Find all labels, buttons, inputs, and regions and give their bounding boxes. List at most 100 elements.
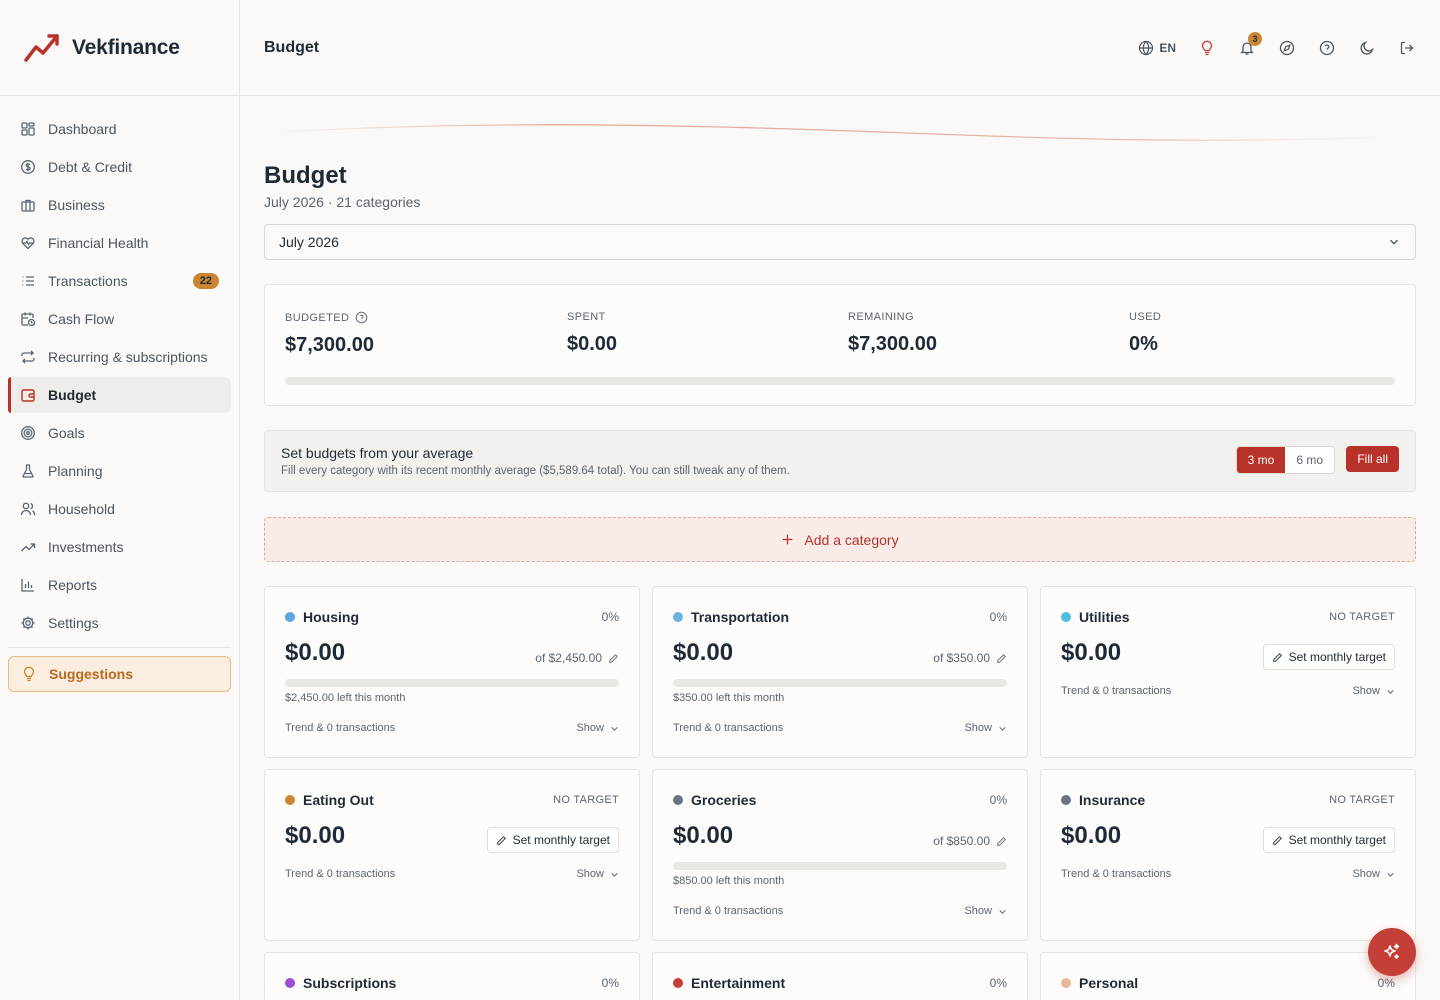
pencil-icon bbox=[997, 836, 1006, 846]
sidebar-item-goals[interactable]: Goals bbox=[8, 415, 231, 451]
category-color-dot bbox=[1061, 612, 1071, 622]
top-bar-title: Budget bbox=[264, 38, 320, 56]
globe-icon bbox=[1139, 40, 1154, 55]
sidebar-item-budget[interactable]: Budget bbox=[8, 377, 231, 413]
category-card-eating-out[interactable]: Eating Out NO TARGET $0.00 Set monthly t… bbox=[264, 769, 640, 941]
average-description: Fill every category with its recent mont… bbox=[281, 465, 790, 477]
sidebar-item-recurring[interactable]: Recurring & subscriptions bbox=[8, 339, 231, 375]
category-name: Groceries bbox=[691, 792, 757, 808]
period-6mo-option[interactable]: 6 mo bbox=[1285, 447, 1334, 473]
flask-icon bbox=[20, 463, 36, 479]
category-color-dot bbox=[673, 612, 683, 622]
sidebar-item-financial-health[interactable]: Financial Health bbox=[8, 225, 231, 261]
sidebar-item-label: Financial Health bbox=[48, 235, 149, 251]
category-target[interactable]: of $850.00 bbox=[933, 834, 1007, 848]
summary-used: USED 0% bbox=[1129, 311, 1161, 356]
sidebar-item-settings[interactable]: Settings bbox=[8, 605, 231, 641]
sidebar-item-label: Reports bbox=[48, 577, 98, 593]
sidebar-item-cash-flow[interactable]: Cash Flow bbox=[8, 301, 231, 337]
logout-button[interactable] bbox=[1398, 39, 1416, 57]
category-target[interactable]: of $2,450.00 bbox=[535, 651, 619, 665]
category-name: Insurance bbox=[1079, 792, 1146, 808]
sidebar-item-investments[interactable]: Investments bbox=[8, 529, 231, 565]
set-monthly-target-button[interactable]: Set monthly target bbox=[1262, 827, 1395, 853]
category-progress-bar bbox=[673, 679, 1007, 687]
average-title: Set budgets from your average bbox=[281, 445, 474, 461]
briefcase-icon bbox=[20, 197, 36, 213]
category-card-groceries[interactable]: Groceries 0% $0.00 of $850.00 $850.00 le… bbox=[652, 769, 1028, 941]
sidebar-item-business[interactable]: Business bbox=[8, 187, 231, 223]
average-budget-panel: Set budgets from your average Fill every… bbox=[264, 430, 1416, 492]
category-show-toggle[interactable]: Show bbox=[1352, 685, 1395, 697]
bar-chart-icon bbox=[20, 577, 36, 593]
no-target-label: NO TARGET bbox=[1329, 611, 1395, 623]
sidebar-item-transactions[interactable]: Transactions 22 bbox=[8, 263, 231, 299]
category-name: Utilities bbox=[1079, 609, 1130, 625]
category-trend-text: Trend & 0 transactions bbox=[673, 905, 784, 917]
category-name: Entertainment bbox=[691, 975, 786, 991]
logout-icon bbox=[1400, 41, 1414, 54]
category-card-entertainment[interactable]: Entertainment 0% bbox=[652, 952, 1028, 1000]
category-card-utilities[interactable]: Utilities NO TARGET $0.00 Set monthly ta… bbox=[1040, 586, 1416, 758]
category-show-toggle[interactable]: Show bbox=[964, 722, 1007, 734]
category-card-personal[interactable]: Personal 0% bbox=[1040, 952, 1416, 1000]
no-target-label: NO TARGET bbox=[553, 794, 619, 806]
category-trend-text: Trend & 0 transactions bbox=[285, 722, 396, 734]
sidebar-item-household[interactable]: Household bbox=[8, 491, 231, 527]
add-category-button[interactable]: Add a category bbox=[264, 517, 1416, 562]
suggestions-button[interactable]: Suggestions bbox=[8, 656, 231, 692]
category-target-text: of $2,450.00 bbox=[535, 651, 602, 665]
category-card-housing[interactable]: Housing 0% $0.00 of $2,450.00 $2,450.00 … bbox=[264, 586, 640, 758]
month-select[interactable]: July 2026 bbox=[264, 224, 1416, 260]
category-spent-amount: $0.00 bbox=[1061, 822, 1122, 849]
category-show-toggle[interactable]: Show bbox=[1352, 868, 1395, 880]
notifications-button[interactable]: 3 bbox=[1238, 31, 1262, 57]
category-show-toggle[interactable]: Show bbox=[576, 722, 619, 734]
ai-assistant-button[interactable] bbox=[1368, 928, 1416, 976]
sidebar-item-label: Recurring & subscriptions bbox=[48, 349, 208, 365]
sidebar-item-reports[interactable]: Reports bbox=[8, 567, 231, 603]
period-3mo-option[interactable]: 3 mo bbox=[1236, 447, 1286, 473]
category-color-dot bbox=[673, 978, 683, 988]
category-card-insurance[interactable]: Insurance NO TARGET $0.00 Set monthly ta… bbox=[1040, 769, 1416, 941]
category-card-transportation[interactable]: Transportation 0% $0.00 of $350.00 $350.… bbox=[652, 586, 1028, 758]
sidebar-item-label: Cash Flow bbox=[48, 311, 115, 327]
category-card-subscriptions[interactable]: Subscriptions 0% bbox=[264, 952, 640, 1000]
card-header: Entertainment 0% bbox=[673, 975, 1007, 991]
category-show-toggle[interactable]: Show bbox=[576, 868, 619, 880]
category-spent-amount: $0.00 bbox=[1061, 639, 1122, 666]
category-left-text: $850.00 left this month bbox=[673, 875, 785, 887]
users-icon bbox=[20, 501, 36, 517]
help-button[interactable] bbox=[1318, 39, 1336, 57]
category-target[interactable]: of $350.00 bbox=[933, 651, 1007, 665]
sidebar-item-debt-credit[interactable]: Debt & Credit bbox=[8, 149, 231, 185]
category-show-toggle[interactable]: Show bbox=[964, 905, 1007, 917]
set-monthly-target-button[interactable]: Set monthly target bbox=[1262, 644, 1395, 670]
sidebar-item-dashboard[interactable]: Dashboard bbox=[8, 111, 231, 147]
explore-button[interactable] bbox=[1278, 39, 1296, 57]
sidebar-item-planning[interactable]: Planning bbox=[8, 453, 231, 489]
wallet-icon bbox=[20, 387, 36, 403]
set-target-label: Set monthly target bbox=[1288, 650, 1386, 664]
notification-badge: 3 bbox=[1248, 31, 1262, 46]
set-monthly-target-button[interactable]: Set monthly target bbox=[486, 827, 619, 853]
sidebar-item-label: Investments bbox=[48, 539, 124, 555]
category-color-dot bbox=[285, 795, 295, 805]
category-percent: 0% bbox=[601, 610, 619, 624]
sidebar: Vekfinance Dashboard Debt & Credit Busin… bbox=[0, 0, 240, 1000]
brand[interactable]: Vekfinance bbox=[0, 0, 239, 96]
summary-budgeted-label-row: BUDGETED bbox=[285, 311, 374, 324]
card-header: Insurance NO TARGET bbox=[1061, 792, 1395, 808]
category-color-dot bbox=[285, 612, 295, 622]
insights-button[interactable] bbox=[1198, 39, 1216, 57]
add-category-label: Add a category bbox=[804, 531, 899, 548]
fill-all-button[interactable]: Fill all bbox=[1346, 446, 1399, 472]
card-header: Transportation 0% bbox=[673, 609, 1007, 625]
category-trend-text: Trend & 0 transactions bbox=[673, 722, 784, 734]
category-trend-text: Trend & 0 transactions bbox=[285, 868, 396, 880]
summary-used-value: 0% bbox=[1129, 333, 1158, 355]
language-switcher[interactable]: EN bbox=[1138, 39, 1176, 57]
summary-spent: SPENT $0.00 bbox=[567, 311, 617, 356]
theme-toggle[interactable] bbox=[1358, 39, 1376, 57]
info-icon[interactable] bbox=[355, 311, 368, 324]
